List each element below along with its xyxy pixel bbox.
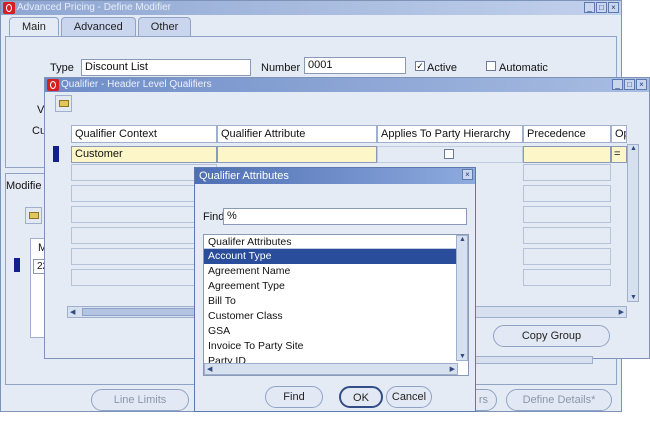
record-indicator [14, 258, 20, 272]
row-field[interactable] [523, 185, 611, 202]
scroll-up-icon[interactable]: ▲ [630, 145, 637, 152]
ok-button[interactable]: OK [339, 386, 383, 408]
scroll-left-icon[interactable]: ◀ [70, 308, 75, 316]
row-field[interactable] [523, 206, 611, 223]
find-input[interactable]: % [223, 208, 467, 225]
maximize-icon[interactable]: □ [596, 2, 607, 13]
scroll-right-icon[interactable]: ▶ [450, 365, 455, 373]
copy-group-button[interactable]: Copy Group [493, 325, 610, 347]
current-row-indicator [53, 146, 59, 162]
col-qualifier-attribute: Qualifier Attribute [217, 125, 377, 143]
attributes-dialog-title: Qualifier Attributes [199, 170, 289, 182]
minimize-icon[interactable]: _ [612, 79, 623, 90]
list-item[interactable]: Customer Class [204, 309, 456, 324]
applies-to-party-hierarchy-checkbox[interactable] [444, 149, 454, 159]
attributes-list: Qualifer Attributes Account Type Agreeme… [203, 234, 469, 376]
qualifier-attributes-dialog: Qualifier Attributes × Find % Qualifer A… [194, 167, 476, 412]
applies-hierarchy-cell [377, 146, 523, 163]
list-item[interactable]: Invoice To Party Site [204, 339, 456, 354]
line-limits-button[interactable]: Line Limits [91, 389, 189, 411]
window-title: Advanced Pricing - Define Modifier [17, 2, 171, 13]
cancel-button-label: Cancel [391, 391, 427, 403]
find-button-label: Find [283, 391, 305, 403]
row-field[interactable] [523, 164, 611, 181]
scroll-up-icon[interactable]: ▲ [459, 236, 466, 243]
col-op: Op [611, 125, 627, 143]
list-item[interactable]: Account Type [204, 249, 456, 264]
ok-button-label: OK [353, 392, 369, 404]
operator-field[interactable]: = [611, 146, 627, 163]
minimize-icon[interactable]: _ [584, 2, 595, 13]
scroll-down-icon[interactable]: ▼ [630, 294, 637, 301]
define-modifier-titlebar[interactable]: Advanced Pricing - Define Modifier _ □ × [1, 1, 621, 15]
precedence-field[interactable] [523, 146, 611, 163]
row-field[interactable] [523, 248, 611, 265]
list-item[interactable]: Agreement Name [204, 264, 456, 279]
grid-vertical-scrollbar[interactable]: ▲ ▼ [627, 144, 639, 302]
row-field[interactable] [523, 227, 611, 244]
copy-group-label: Copy Group [521, 330, 582, 342]
tab-main[interactable]: Main [9, 17, 59, 36]
modifiers-label: Modifie [6, 180, 42, 192]
scroll-thumb[interactable] [82, 308, 202, 316]
find-label: Find [203, 211, 225, 223]
type-label: Type [50, 62, 74, 74]
list-item[interactable]: Bill To [204, 294, 456, 309]
list-horizontal-scrollbar[interactable]: ◀ ▶ [204, 363, 458, 375]
tab-other[interactable]: Other [137, 17, 192, 36]
scroll-down-icon[interactable]: ▼ [459, 353, 466, 360]
window-horizontal-scrollbar[interactable] [465, 356, 593, 364]
close-icon[interactable]: × [462, 169, 473, 180]
number-field[interactable]: 0001 [304, 57, 406, 74]
automatic-label: Automatic [499, 62, 548, 74]
open-folder-icon[interactable] [55, 95, 72, 112]
close-icon[interactable]: × [608, 2, 619, 13]
col-applies-to-party-hierarchy: Applies To Party Hierarchy [377, 125, 523, 143]
attributes-list-header: Qualifer Attributes [204, 235, 456, 249]
maximize-icon[interactable]: □ [624, 79, 635, 90]
row-field[interactable] [523, 269, 611, 286]
col-qualifier-context: Qualifier Context [71, 125, 217, 143]
scroll-right-icon[interactable]: ▶ [619, 308, 624, 316]
attributes-dialog-titlebar[interactable]: Qualifier Attributes × [195, 168, 475, 184]
define-details-button[interactable]: Define Details* [506, 389, 612, 411]
list-vertical-scrollbar[interactable]: ▲ ▼ [456, 235, 468, 361]
active-label: Active [427, 62, 457, 74]
qualifiers-window-title: Qualifier - Header Level Qualifiers [61, 79, 212, 90]
qualifier-context-field[interactable]: Customer [71, 146, 217, 163]
list-item[interactable]: Agreement Type [204, 279, 456, 294]
col-precedence: Precedence [523, 125, 611, 143]
oracle-app-icon [3, 2, 15, 14]
cancel-button[interactable]: Cancel [386, 386, 432, 408]
list-item[interactable]: GSA [204, 324, 456, 339]
qualifier-attribute-field[interactable] [217, 146, 377, 163]
automatic-checkbox[interactable] [486, 61, 496, 71]
main-tabs: Main Advanced Other [9, 17, 193, 36]
qualifiers-titlebar[interactable]: Qualifier - Header Level Qualifiers _ □ … [45, 78, 649, 92]
type-field[interactable]: Discount List [81, 59, 251, 76]
close-icon[interactable]: × [636, 79, 647, 90]
scroll-left-icon[interactable]: ◀ [207, 365, 212, 373]
tab-advanced[interactable]: Advanced [60, 17, 136, 36]
number-label: Number [261, 62, 301, 74]
find-button[interactable]: Find [265, 386, 323, 408]
oracle-app-icon [47, 79, 59, 91]
attributes-list-items: Account Type Agreement Name Agreement Ty… [204, 249, 456, 369]
active-checkbox[interactable]: ✓ [415, 61, 425, 71]
open-folder-icon[interactable] [25, 207, 42, 224]
